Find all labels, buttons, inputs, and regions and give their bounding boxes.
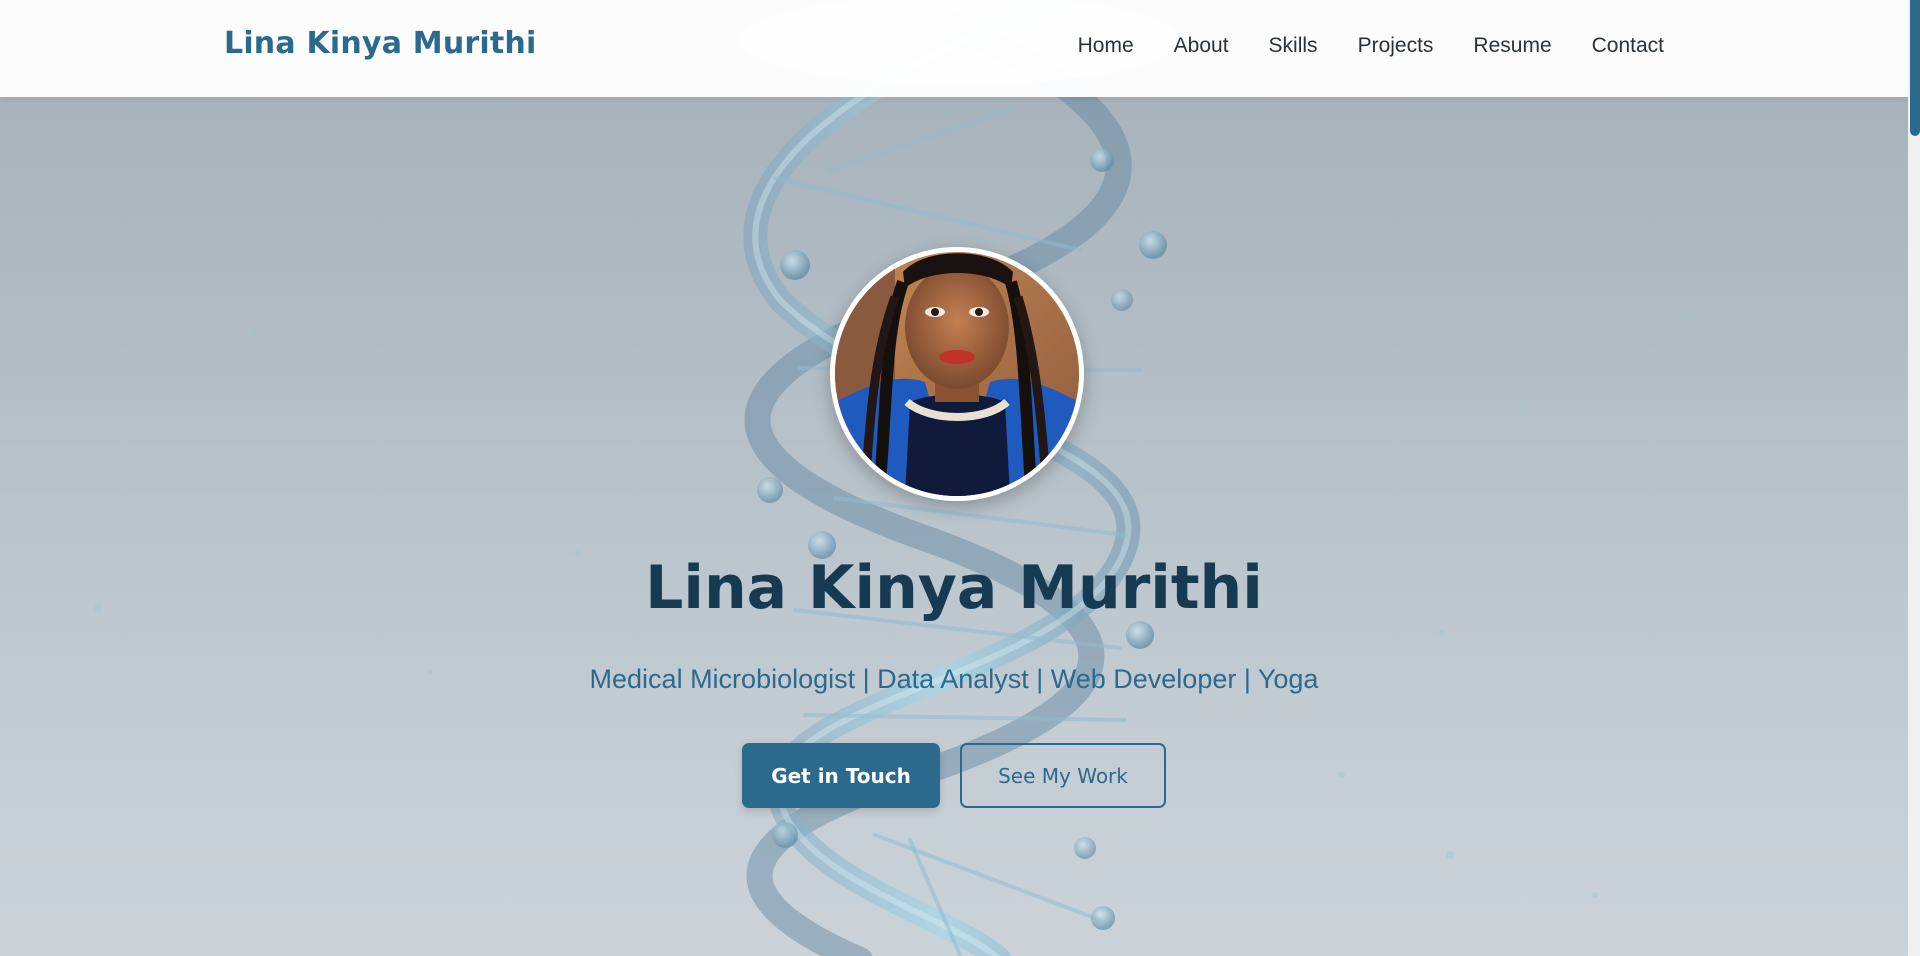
nav-link-contact[interactable]: Contact (1592, 34, 1664, 58)
hero-title: Lina Kinya Murithi (645, 553, 1263, 623)
nav-link-home[interactable]: Home (1078, 34, 1134, 58)
hero-section: Lina Kinya Murithi Medical Microbiologis… (0, 0, 1908, 956)
nav-link-about[interactable]: About (1174, 34, 1229, 58)
get-in-touch-button[interactable]: Get in Touch (742, 743, 940, 808)
site-header: Lina Kinya Murithi Home About Skills Pro… (0, 0, 1908, 97)
page-scrollbar[interactable] (1908, 0, 1920, 956)
nav-link-projects[interactable]: Projects (1358, 34, 1434, 58)
scrollbar-thumb[interactable] (1910, 0, 1920, 136)
main-nav: Home About Skills Projects Resume Contac… (1078, 34, 1664, 58)
nav-link-resume[interactable]: Resume (1473, 34, 1551, 58)
hero-subtitle: Medical Microbiologist | Data Analyst | … (589, 664, 1319, 694)
site-brand-link[interactable]: Lina Kinya Murithi (224, 26, 536, 61)
see-my-work-button[interactable]: See My Work (960, 743, 1166, 808)
profile-avatar (830, 247, 1084, 501)
nav-link-skills[interactable]: Skills (1269, 34, 1318, 58)
